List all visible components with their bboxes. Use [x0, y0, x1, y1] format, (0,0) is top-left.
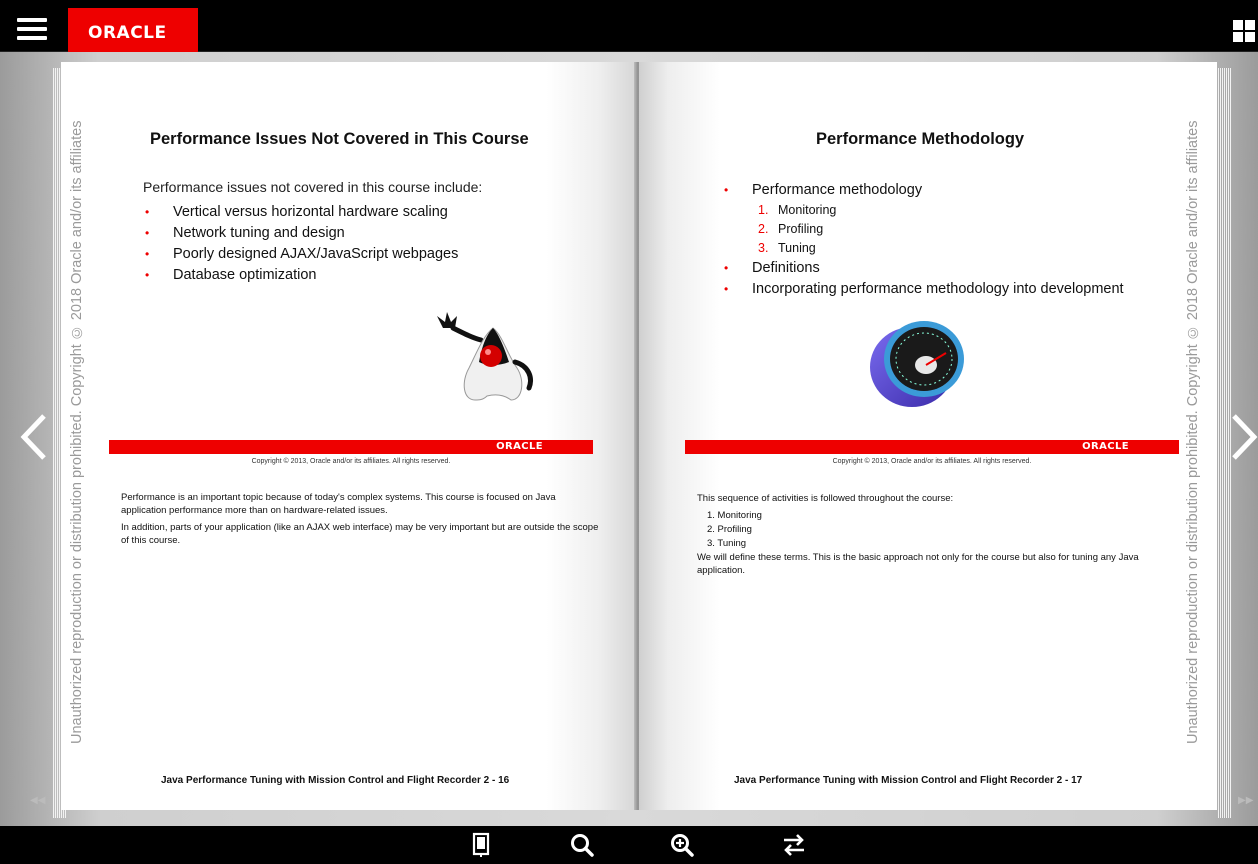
copyright-watermark: Unauthorized reproduction or distributio…	[1185, 120, 1201, 744]
oracle-red-band: ORACLE	[109, 440, 593, 454]
bullet-text: Performance methodology	[752, 182, 923, 198]
oracle-logo: ORACLE	[68, 8, 198, 52]
bottom-toolbar	[0, 826, 1258, 864]
bullet-item: Vertical versus horizontal hardware scal…	[145, 202, 458, 223]
chevron-left-icon[interactable]	[16, 412, 52, 462]
notes-list-item: 3. Tuning	[707, 538, 747, 549]
sub-item-number: 2.	[758, 222, 769, 236]
page-footer: Java Performance Tuning with Mission Con…	[161, 775, 510, 786]
notes-list: 1. Monitoring 2. Profiling 3. Tuning	[707, 509, 1167, 551]
chevron-right-icon[interactable]	[1226, 412, 1258, 462]
bullet-item: Incorporating performance methodology in…	[724, 279, 1124, 300]
notes-paragraph: We will define these terms. This is the …	[697, 552, 1139, 576]
swap-view-icon[interactable]	[781, 832, 807, 858]
bullet-item: Network tuning and design	[145, 223, 458, 244]
oracle-red-band: ORACLE	[685, 440, 1179, 454]
table-of-contents-icon[interactable]	[468, 832, 494, 858]
bullet-item: Database optimization	[145, 265, 458, 286]
sub-item: 1. Monitoring	[758, 201, 1124, 220]
sub-item: 2. Profiling	[758, 220, 1124, 239]
slide-copyright: Copyright © 2013, Oracle and/or its affi…	[251, 458, 451, 465]
top-toolbar: ORACLE	[0, 0, 1258, 52]
sub-item-text: Profiling	[778, 222, 824, 236]
sub-item-number: 3.	[758, 241, 769, 255]
hamburger-menu-icon[interactable]	[17, 18, 47, 40]
slide-copyright: Copyright © 2013, Oracle and/or its affi…	[832, 458, 1032, 465]
skip-to-last-icon[interactable]: ▶▶	[1238, 795, 1253, 806]
notes-list-item: 1. Monitoring	[707, 510, 762, 521]
numbered-sublist: 1. Monitoring 2. Profiling 3. Tuning	[758, 201, 1124, 258]
band-oracle-logo: ORACLE	[1082, 441, 1129, 452]
sub-item-text: Monitoring	[778, 203, 837, 217]
skip-to-first-icon[interactable]: ◀◀	[30, 795, 45, 806]
page-notes: This sequence of activities is followed …	[697, 492, 1167, 581]
grid-view-icon[interactable]	[1233, 20, 1255, 42]
notes-paragraph: Performance is an important topic becaus…	[121, 492, 556, 516]
speedometer-gauge-illustration	[870, 321, 964, 407]
notes-list-item: 2. Profiling	[707, 524, 752, 535]
left-page[interactable]: Unauthorized reproduction or distributio…	[61, 62, 639, 810]
bullet-item: Definitions	[724, 258, 1124, 279]
search-icon[interactable]	[569, 832, 595, 858]
slide-bullets: Performance methodology 1. Monitoring 2. P…	[724, 180, 1124, 300]
band-oracle-logo: ORACLE	[496, 441, 543, 452]
zoom-in-icon[interactable]	[669, 832, 695, 858]
slide-title: Performance Issues Not Covered in This C…	[150, 130, 529, 148]
right-page[interactable]: Unauthorized reproduction or distributio…	[639, 62, 1217, 810]
book-viewer: Unauthorized reproduction or distributio…	[53, 62, 1232, 822]
page-notes: Performance is an important topic becaus…	[121, 491, 601, 551]
sub-item-number: 1.	[758, 203, 769, 217]
copyright-watermark: Unauthorized reproduction or distributio…	[69, 120, 85, 744]
duke-mascot-illustration	[437, 312, 533, 401]
slide-title: Performance Methodology	[816, 130, 1025, 148]
sub-item-text: Tuning	[778, 241, 816, 255]
sub-item: 3. Tuning	[758, 239, 1124, 258]
slide-intro: Performance issues not covered in this c…	[143, 179, 483, 195]
bullet-item: Poorly designed AJAX/JavaScript webpages	[145, 244, 458, 265]
notes-paragraph: This sequence of activities is followed …	[697, 493, 954, 504]
page-footer: Java Performance Tuning with Mission Con…	[734, 775, 1083, 786]
bullet-item: Performance methodology 1. Monitoring 2. P…	[724, 180, 1124, 258]
notes-paragraph: In addition, parts of your application (…	[121, 522, 599, 546]
slide-bullets: Vertical versus horizontal hardware scal…	[145, 202, 458, 286]
